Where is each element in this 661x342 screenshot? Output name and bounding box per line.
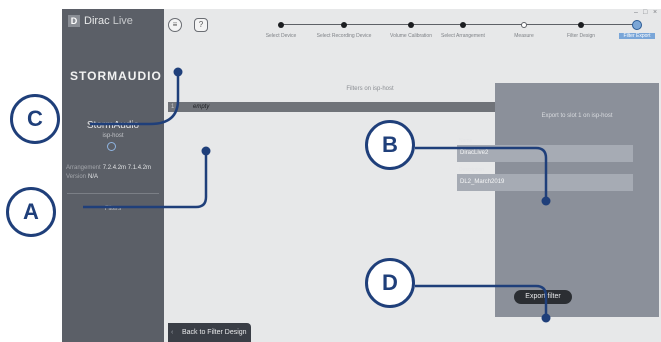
- callout-badge-d: D: [365, 258, 415, 308]
- callout-a-connector: [83, 151, 208, 209]
- callout-badge-a: A: [6, 187, 56, 237]
- screenshot: D Dirac Live STORMAUDIO StormAudio isp-h…: [0, 0, 661, 342]
- callout-badge-b: B: [365, 120, 415, 170]
- callout-b-endpoint: [541, 196, 551, 206]
- callout-c-connector: [90, 72, 180, 126]
- callout-badge-c: C: [10, 94, 60, 144]
- callout-d-endpoint: [541, 313, 551, 323]
- callout-a-endpoint: [201, 146, 211, 156]
- callout-c-endpoint: [173, 67, 183, 77]
- callout-overlay: [83, 67, 551, 323]
- callout-b-connector: [415, 146, 548, 201]
- callout-d-connector: [415, 284, 548, 318]
